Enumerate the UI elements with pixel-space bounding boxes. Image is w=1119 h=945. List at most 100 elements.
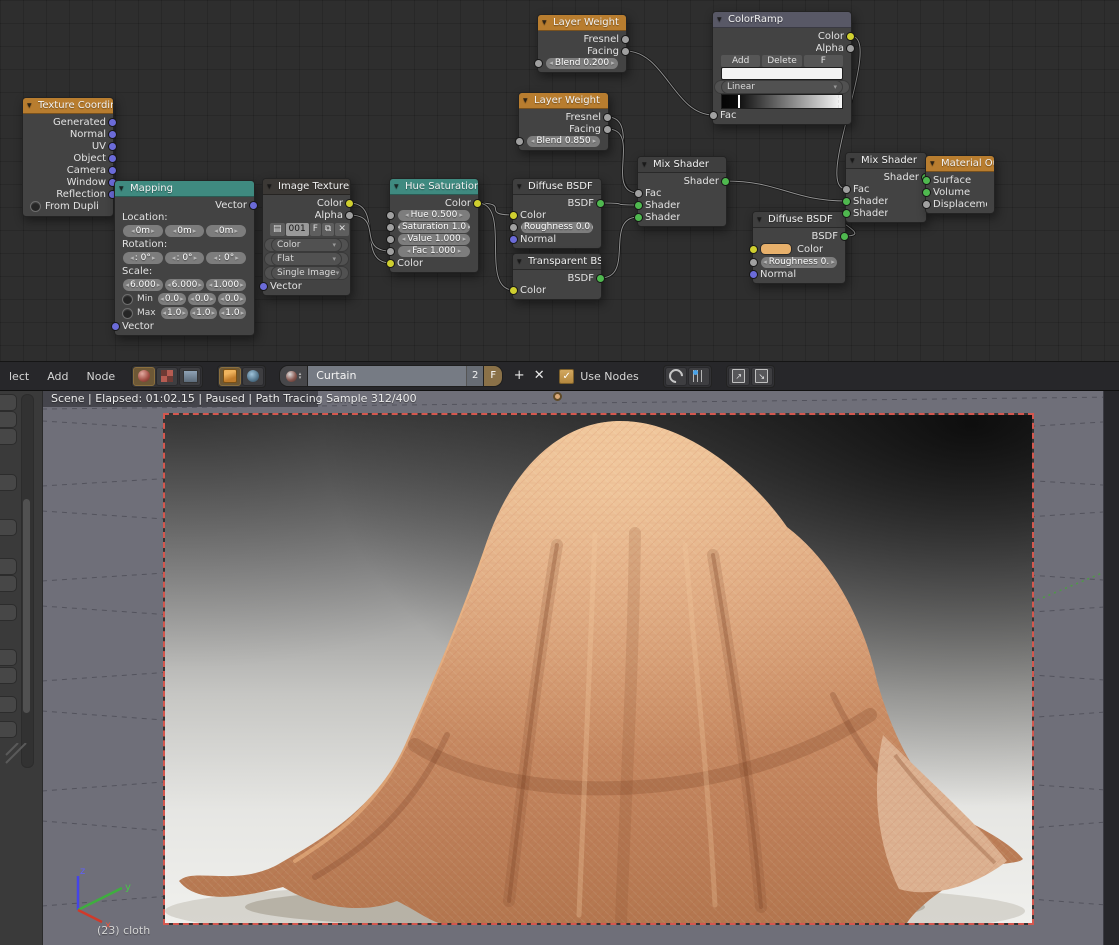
tool-shelf-button[interactable]: [0, 519, 17, 536]
socket-normal[interactable]: [509, 235, 518, 244]
socket-vector[interactable]: [259, 282, 268, 291]
node-header-colorramp[interactable]: ▼ColorRamp: [713, 12, 851, 28]
socket-alpha[interactable]: [345, 211, 354, 220]
socket-fresnel[interactable]: [621, 35, 630, 44]
number-field[interactable]: ◂: 0°▸: [206, 252, 246, 264]
region-resize-grip[interactable]: [4, 743, 34, 765]
collapse-icon[interactable]: ▼: [757, 212, 762, 227]
color-stop-swatch[interactable]: [721, 67, 843, 80]
collapse-icon[interactable]: ▼: [930, 156, 935, 171]
input-row-shader[interactable]: Shader: [638, 199, 726, 211]
collapse-icon[interactable]: ▼: [267, 179, 272, 194]
input-row-vector[interactable]: Vector: [263, 280, 350, 292]
node-header-mix2[interactable]: ▼Mix Shader: [846, 153, 926, 169]
node-link[interactable]: [626, 51, 714, 115]
output-row-color[interactable]: Color: [713, 30, 851, 42]
node-header-image-texture[interactable]: ▼Image Texture: [263, 179, 350, 195]
node-mapping[interactable]: ▼MappingVectorLocation:◂0m▸◂0m▸◂0m▸Rotat…: [114, 180, 255, 336]
viewport-3d[interactable]: Scene | Elapsed: 01:02.15 | Paused | Pat…: [0, 391, 1119, 945]
slider-fac-1-000[interactable]: ◂Fac 1.000▸: [398, 246, 470, 257]
socket-fac-1-000[interactable]: [386, 247, 395, 256]
output-row-alpha[interactable]: Alpha: [713, 42, 851, 54]
new-image-icon[interactable]: ⧉: [322, 223, 334, 236]
socket-facing[interactable]: [621, 47, 630, 56]
output-row-color[interactable]: Color: [263, 197, 350, 209]
compositing-nodes-button[interactable]: [179, 367, 201, 386]
socket-fac[interactable]: [842, 185, 851, 194]
socket-shader[interactable]: [842, 209, 851, 218]
node-image-texture[interactable]: ▼Image TextureColorAlpha▤001F⧉✕Color▾Fla…: [262, 178, 351, 296]
input-row-fac[interactable]: Fac: [638, 187, 726, 199]
tool-shelf-button[interactable]: [0, 721, 17, 738]
collapse-icon[interactable]: ▼: [517, 179, 522, 194]
collapse-icon[interactable]: ▼: [642, 157, 647, 172]
input-row-volume[interactable]: Volume: [926, 186, 994, 198]
node-transparent[interactable]: ▼Transparent BSDBSDFColor: [512, 253, 602, 300]
node-header-transparent[interactable]: ▼Transparent BSD: [513, 254, 601, 270]
socket-color[interactable]: [749, 245, 758, 254]
number-field[interactable]: ◂1.0▸: [161, 307, 188, 319]
tool-shelf-scrollbar[interactable]: [21, 394, 34, 768]
socket-vector[interactable]: [111, 322, 120, 331]
world-shader-button[interactable]: [242, 367, 264, 386]
slider-hue-0-500[interactable]: ◂Hue 0.500▸: [398, 210, 470, 221]
copy-nodes-button[interactable]: ↗: [728, 367, 750, 386]
browse-material-button[interactable]: ▴▾: [280, 366, 308, 386]
output-row-color[interactable]: Color: [390, 197, 478, 209]
number-field[interactable]: ◂1.0▸: [190, 307, 217, 319]
node-tex-coord[interactable]: ▼Texture CoordinaGeneratedNormalUVObject…: [22, 97, 114, 217]
socket-color[interactable]: [509, 286, 518, 295]
tool-shelf-button[interactable]: [0, 696, 17, 713]
colorramp-gradient[interactable]: [721, 94, 843, 109]
node-link[interactable]: [350, 215, 391, 251]
number-field[interactable]: ◂: 0°▸: [123, 252, 163, 264]
number-field[interactable]: ◂0m▸: [206, 225, 246, 237]
number-field[interactable]: ◂0.0▸: [218, 293, 246, 305]
socket-color[interactable]: [473, 199, 482, 208]
output-row-object[interactable]: Object: [23, 152, 113, 164]
slider-roughness-0-0[interactable]: ◂Roughness 0.0▸: [521, 222, 593, 233]
fake-user-button[interactable]: F: [310, 223, 321, 236]
slider-blend-0-850[interactable]: ◂Blend 0.850▸: [527, 136, 600, 147]
unlink-material-button[interactable]: ✕: [529, 366, 549, 386]
socket-camera[interactable]: [108, 166, 117, 175]
socket-vector[interactable]: [249, 201, 258, 210]
socket-blend-0-200[interactable]: [534, 59, 543, 68]
socket-color[interactable]: [846, 32, 855, 41]
socket-shader[interactable]: [634, 201, 643, 210]
socket-displacemen[interactable]: [922, 200, 931, 209]
node-header-diffuse2[interactable]: ▼Diffuse BSDF: [753, 212, 845, 228]
input-row-shader[interactable]: Shader: [846, 207, 926, 219]
collapse-icon[interactable]: ▼: [717, 12, 722, 27]
node-material-out[interactable]: ▼Material OutSurfaceVolumeDisplacemen: [925, 155, 995, 214]
output-row-facing[interactable]: Facing: [538, 45, 626, 57]
color-swatch[interactable]: [760, 243, 792, 255]
socket-color[interactable]: [509, 211, 518, 220]
input-row-normal[interactable]: Normal: [753, 268, 845, 280]
socket-shader[interactable]: [842, 197, 851, 206]
unlink-image-button[interactable]: ✕: [335, 223, 349, 236]
paste-nodes-button[interactable]: ↘: [751, 367, 773, 386]
output-row-camera[interactable]: Camera: [23, 164, 113, 176]
socket-fac[interactable]: [634, 189, 643, 198]
tool-shelf-button[interactable]: [0, 649, 17, 666]
socket-color[interactable]: [386, 259, 395, 268]
slider-saturation-1-0[interactable]: ◂Saturation 1.0▸: [398, 222, 470, 233]
input-row-vector[interactable]: Vector: [115, 320, 254, 332]
number-field[interactable]: ◂0.0▸: [188, 293, 216, 305]
material-name-field[interactable]: Curtain: [308, 366, 466, 386]
texture-nodes-button[interactable]: [156, 367, 178, 386]
dropdown-linear[interactable]: Linear▾: [721, 80, 843, 94]
input-row-color[interactable]: Color: [513, 284, 601, 296]
socket-color[interactable]: [345, 199, 354, 208]
tool-shelf-button[interactable]: [0, 575, 17, 592]
output-row-reflection[interactable]: Reflection: [23, 188, 113, 200]
node-diffuse2[interactable]: ▼Diffuse BSDFBSDFColor◂Roughness 0.▸Norm…: [752, 211, 846, 284]
socket-volume[interactable]: [922, 188, 931, 197]
socket-object[interactable]: [108, 154, 117, 163]
input-row-surface[interactable]: Surface: [926, 174, 994, 186]
node-header-material-out[interactable]: ▼Material Out: [926, 156, 994, 172]
input-row-color[interactable]: Color: [513, 209, 601, 221]
dropdown-single-image[interactable]: Single Image▾: [271, 266, 342, 280]
socket-value-1-000[interactable]: [386, 235, 395, 244]
